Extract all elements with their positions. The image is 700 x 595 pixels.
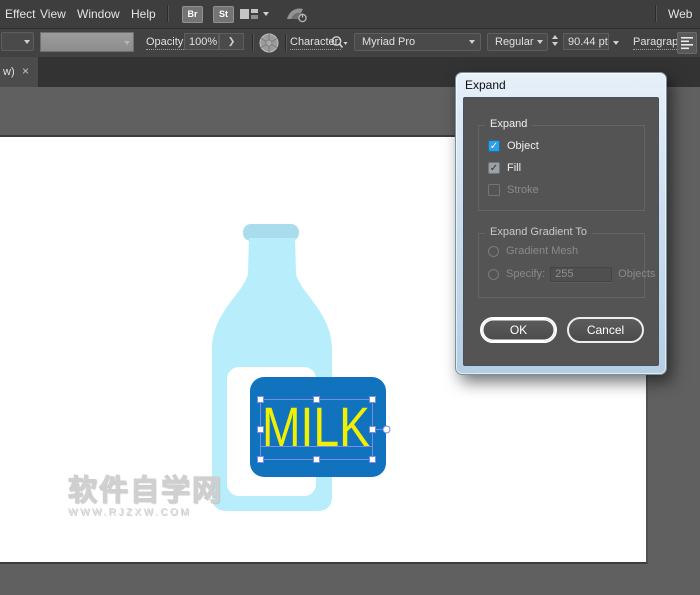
stroke-checkbox-label: Stroke [507,184,539,196]
chevron-down-icon [24,40,30,44]
web-workspace-label[interactable]: Web [668,7,692,21]
gradient-mesh-label: Gradient Mesh [506,245,578,257]
expand-gradient-legend: Expand Gradient To [485,226,592,238]
tab-close-icon[interactable]: × [22,65,29,77]
specify-radio [488,269,499,280]
stepper-up-icon[interactable] [552,35,558,39]
gradient-mesh-radio-row: Gradient Mesh [488,244,578,258]
menubar-separator [167,5,169,22]
dialog-body: Expand Object Fill Stroke Expand Gradien… [463,97,659,366]
specify-radio-row: Specify: 255 Objects [488,267,655,281]
object-checkbox-row[interactable]: Object [488,139,539,153]
specify-label: Specify: [506,268,545,280]
fill-checkbox-label: Fill [507,162,521,174]
expand-group: Expand Object Fill Stroke [478,125,645,211]
opacity-input[interactable]: 100% [184,33,219,50]
watermark-chinese-text: 软件自学网 [68,477,223,506]
document-tab[interactable]: w) × [0,57,38,87]
site-watermark: 软件自学网 WWW.RJZXW.COM [68,477,223,518]
chevron-down-icon [537,40,543,44]
variable-width-dropdown[interactable] [1,32,34,51]
align-left-icon [678,33,696,53]
controlbar-separator2 [285,34,287,51]
menu-window[interactable]: Window [77,7,120,21]
menu-view[interactable]: View [40,7,66,21]
workspace-switcher-icon[interactable] [240,9,258,19]
menu-effect[interactable]: Effect [5,7,35,21]
opacity-label[interactable]: Opacity: [146,36,186,50]
font-size-stepper[interactable] [552,35,558,46]
specify-objects-input: 255 [550,267,612,282]
chevron-down-icon [124,41,130,45]
workspace-chevron-down-icon[interactable] [263,12,269,16]
font-size-chevron-icon[interactable] [613,41,619,45]
font-search-icon[interactable] [330,35,348,50]
recolor-artwork-icon[interactable] [258,32,280,54]
stock-icon[interactable]: St [213,6,234,23]
style-swatch-dropdown[interactable] [40,32,134,52]
object-checkbox[interactable] [488,140,500,152]
menu-help[interactable]: Help [131,7,156,21]
align-left-button[interactable] [677,32,697,54]
menubar-separator-right [655,5,657,22]
expand-group-legend: Expand [485,118,532,130]
document-tab-title: w) [3,66,15,78]
watermark-url-text: WWW.RJZXW.COM [68,508,223,518]
dialog-title: Expand [465,78,506,92]
font-style-dropdown[interactable]: Regular [487,33,548,51]
expand-gradient-group: Expand Gradient To Gradient Mesh Specify… [478,233,645,298]
ok-button[interactable]: OK [480,317,557,343]
chevron-down-icon [469,40,475,44]
stroke-checkbox [488,184,500,196]
font-size-input[interactable]: 90.44 pt [563,33,609,50]
fill-checkbox-row[interactable]: Fill [488,161,521,175]
stroke-checkbox-row: Stroke [488,183,539,197]
bridge-icon[interactable]: Br [182,6,203,23]
font-family-dropdown[interactable]: Myriad Pro [354,33,481,51]
cs-live-icon[interactable] [286,6,308,23]
gradient-mesh-radio [488,246,499,257]
cancel-button[interactable]: Cancel [567,317,644,343]
expand-dialog[interactable]: Expand Expand Object Fill Stroke Expand … [455,72,667,375]
fill-checkbox[interactable] [488,162,500,174]
controlbar-separator [252,34,254,51]
objects-suffix-label: Objects [618,268,655,280]
object-checkbox-label: Object [507,140,539,152]
control-bar: Opacity: 100% ❯ Character: Myriad Pro Re… [0,28,700,57]
menu-bar: Effect View Window Help Br St Web [0,0,700,28]
opacity-flyout-button[interactable]: ❯ [219,33,244,50]
stepper-down-icon[interactable] [552,42,558,46]
